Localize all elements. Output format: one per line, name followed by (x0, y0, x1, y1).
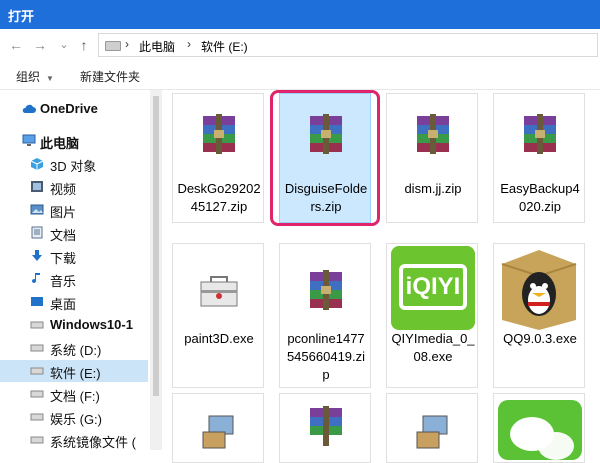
document-icon (31, 226, 43, 239)
sidebar-item-label: OneDrive (40, 101, 98, 116)
breadcrumb-drive-e[interactable]: 软件 (E:) (201, 38, 248, 55)
sidebar-item-label: 图片 (50, 205, 77, 220)
sidebar-item-label: 系统镜像文件 ( (50, 435, 136, 450)
new-folder-button[interactable]: 新建文件夹 (80, 68, 140, 85)
sidebar-item-documents[interactable]: 文档 (0, 222, 148, 244)
file-name: dism.jj.zip (404, 181, 462, 196)
breadcrumb-separator: › (125, 37, 129, 51)
winrar-archive-icon (310, 406, 342, 446)
sidebar-item-label: 桌面 (50, 297, 77, 312)
navigation-pane: OneDrive 此电脑 3D 对象 视频 图片 文档 下载 音乐 桌面 Win… (0, 90, 150, 450)
installer-icon (416, 415, 448, 449)
drive-icon (30, 367, 44, 375)
winrar-archive-icon (310, 270, 342, 310)
sidebar-item-downloads[interactable]: 下载 (0, 245, 148, 267)
file-item[interactable]: DeskGo2920245127.zip (172, 93, 264, 223)
sidebar-item-label: 文档 (50, 228, 77, 243)
file-name: pconline1477545660419.zip (286, 331, 366, 382)
file-item[interactable] (172, 393, 264, 463)
cloud-icon (22, 104, 36, 113)
forward-button[interactable]: → (30, 35, 50, 55)
navigation-bar: ← → ⌄ ↑ › 此电脑 › 软件 (E:) (0, 29, 600, 61)
selection-highlight (270, 90, 380, 226)
sidebar-scrollbar[interactable] (150, 90, 162, 450)
file-item[interactable]: QQ9.0.3.exe (493, 243, 585, 388)
sidebar-item-drive-g[interactable]: 娱乐 (G:) (0, 406, 148, 428)
sidebar-item-drive-d[interactable]: 系统 (D:) (0, 337, 148, 359)
sidebar-item-drive-f[interactable]: 文档 (F:) (0, 383, 148, 405)
breadcrumb-separator: › (187, 37, 191, 51)
sidebar-item-this-pc[interactable]: 此电脑 (0, 130, 148, 152)
toolbox-icon (200, 276, 238, 307)
file-item[interactable]: iQIYI QIYImedia_0_08.exe (386, 243, 478, 388)
sidebar-item-label: 音乐 (50, 274, 77, 289)
sidebar-item-label: 此电脑 (40, 136, 80, 151)
sidebar-item-label: 娱乐 (G:) (50, 412, 102, 427)
drive-icon (30, 436, 44, 444)
sidebar-item-3d-objects[interactable]: 3D 对象 (0, 153, 148, 175)
file-item[interactable] (279, 393, 371, 463)
video-icon (31, 181, 43, 192)
sidebar-item-pictures[interactable]: 图片 (0, 199, 148, 221)
desktop-icon (31, 297, 43, 306)
up-button[interactable]: ↑ (74, 35, 94, 55)
file-item[interactable]: dism.jj.zip (386, 93, 478, 223)
iqiyi-icon: iQIYI (391, 246, 475, 330)
sidebar-item-label: 软件 (E:) (50, 366, 101, 381)
sidebar-item-drive-image[interactable]: 系统镜像文件 ( (0, 429, 148, 451)
scrollbar-thumb[interactable] (153, 96, 159, 396)
file-name: EasyBackup4020.zip (500, 181, 580, 214)
sidebar-item-label: 系统 (D:) (50, 343, 102, 358)
iqiyi-logo: iQIYI (399, 264, 467, 310)
file-name: QIYImedia_0_08.exe (391, 331, 475, 364)
back-button[interactable]: ← (6, 35, 26, 55)
qq-penguin-icon (501, 250, 577, 330)
breadcrumb-this-pc[interactable]: 此电脑 (139, 38, 175, 55)
download-icon (32, 250, 42, 261)
music-icon (32, 273, 40, 284)
sidebar-item-music[interactable]: 音乐 (0, 268, 148, 290)
file-name: QQ9.0.3.exe (503, 331, 577, 346)
recent-locations-button[interactable]: ⌄ (54, 35, 74, 55)
file-item[interactable] (493, 393, 585, 463)
drive-icon (105, 41, 121, 51)
file-item[interactable]: EasyBackup4020.zip (493, 93, 585, 223)
sidebar-item-label: 文档 (F:) (50, 389, 100, 404)
drive-icon (30, 344, 44, 352)
sidebar-item-label: 下载 (50, 251, 77, 266)
sidebar-item-videos[interactable]: 视频 (0, 176, 148, 198)
file-name: DeskGo2920245127.zip (177, 181, 261, 214)
computer-icon (22, 134, 36, 146)
sidebar-item-label: 视频 (50, 182, 77, 197)
sidebar-item-desktop[interactable]: 桌面 (0, 291, 148, 313)
file-item[interactable]: pconline1477545660419.zip (279, 243, 371, 388)
file-name: paint3D.exe (184, 331, 254, 346)
chevron-down-icon: ▼ (46, 74, 54, 83)
sidebar-item-drive-e[interactable]: 软件 (E:) (0, 360, 148, 382)
drive-icon (30, 321, 44, 329)
picture-icon (30, 204, 44, 215)
winrar-archive-icon (524, 114, 556, 154)
title-bar: 打开 (0, 0, 600, 29)
winrar-archive-icon (417, 114, 449, 154)
organize-button[interactable]: 组织 ▼ (16, 68, 54, 85)
cube-icon (30, 158, 44, 170)
drive-icon (30, 390, 44, 398)
wechat-icon (498, 400, 582, 460)
command-bar: 组织 ▼ 新建文件夹 (0, 61, 600, 90)
sidebar-item-label: Windows10-1 (50, 317, 133, 332)
address-bar[interactable]: › 此电脑 › 软件 (E:) (98, 33, 598, 57)
sidebar-item-drive-c[interactable]: Windows10-1 (0, 314, 148, 336)
winrar-archive-icon (203, 114, 235, 154)
sidebar-item-onedrive[interactable]: OneDrive (0, 98, 148, 120)
file-item[interactable]: paint3D.exe (172, 243, 264, 388)
drive-icon (30, 413, 44, 421)
window-title: 打开 (8, 9, 35, 24)
organize-label: 组织 (16, 70, 41, 84)
installer-icon (202, 415, 234, 449)
file-item[interactable] (386, 393, 478, 463)
sidebar-item-label: 3D 对象 (50, 159, 97, 174)
